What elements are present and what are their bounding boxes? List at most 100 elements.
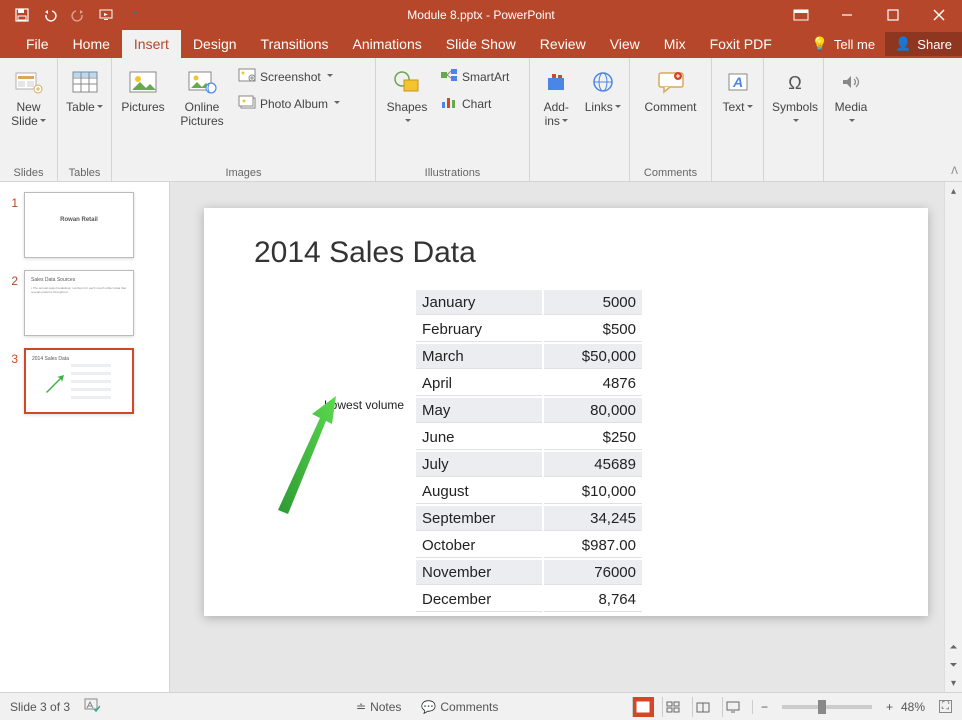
close-button[interactable]: [916, 0, 962, 30]
shapes-button[interactable]: Shapes: [382, 62, 432, 132]
spellcheck-icon[interactable]: [84, 698, 100, 715]
notes-button[interactable]: ≐Notes: [350, 698, 407, 716]
ribbon-display-options[interactable]: [778, 0, 824, 30]
photo-album-button[interactable]: Photo Album: [236, 93, 342, 114]
prev-slide-button[interactable]: ⏶: [945, 638, 962, 656]
slide-title[interactable]: 2014 Sales Data: [254, 236, 878, 270]
tab-animations[interactable]: Animations: [340, 30, 433, 58]
zoom-handle[interactable]: [818, 700, 826, 714]
thumbnail-slide-3[interactable]: 3 2014 Sales Data: [6, 348, 163, 414]
comments-button[interactable]: 💬Comments: [415, 698, 504, 716]
month-cell: December: [416, 587, 542, 612]
collapse-ribbon-button[interactable]: ᐱ: [951, 166, 958, 177]
zoom-slider[interactable]: [782, 705, 872, 709]
sales-data-table[interactable]: January5000February$500March$50,000April…: [414, 288, 644, 614]
table-row[interactable]: January5000: [416, 290, 642, 315]
value-cell: $500: [544, 317, 642, 342]
minimize-button[interactable]: [824, 0, 870, 30]
vertical-scrollbar[interactable]: ▴ ⏶⏷ ▾: [944, 182, 962, 692]
value-cell: 5000: [544, 290, 642, 315]
share-label: Share: [917, 37, 952, 52]
share-button[interactable]: 👤 Share: [885, 32, 962, 56]
thumbnail-preview: Rowan Retail: [24, 192, 134, 258]
normal-view-button[interactable]: [632, 697, 654, 717]
new-slide-button[interactable]: New Slide: [6, 62, 51, 132]
thumbnail-slide-2[interactable]: 2 Sales Data Sources• The annual sales b…: [6, 270, 163, 336]
scroll-up[interactable]: ▴: [945, 182, 962, 200]
start-from-beginning-button[interactable]: [94, 3, 118, 27]
save-button[interactable]: [10, 3, 34, 27]
zoom-in-button[interactable]: +: [886, 700, 893, 714]
next-slide-button[interactable]: ⏷: [945, 656, 962, 674]
zoom-out-button[interactable]: −: [752, 700, 768, 714]
tab-mix[interactable]: Mix: [652, 30, 698, 58]
tab-home[interactable]: Home: [61, 30, 122, 58]
maximize-button[interactable]: [870, 0, 916, 30]
table-row[interactable]: July45689: [416, 452, 642, 477]
symbols-button[interactable]: ΩSymbols: [770, 62, 820, 132]
text-button[interactable]: AText: [718, 62, 757, 118]
tab-review[interactable]: Review: [528, 30, 598, 58]
table-row[interactable]: September34,245: [416, 506, 642, 531]
group-label-symbols: [770, 177, 817, 181]
slide-thumbnail-pane[interactable]: 1 Rowan Retail 2 Sales Data Sources• The…: [0, 182, 170, 692]
fit-to-window-button[interactable]: ⛶: [939, 700, 952, 713]
smartart-button[interactable]: SmartArt: [438, 66, 511, 87]
tab-slideshow[interactable]: Slide Show: [434, 30, 528, 58]
value-cell: 34,245: [544, 506, 642, 531]
slide-counter[interactable]: Slide 3 of 3: [10, 700, 70, 714]
tab-view[interactable]: View: [598, 30, 652, 58]
thumbnail-slide-1[interactable]: 1 Rowan Retail: [6, 192, 163, 258]
month-cell: April: [416, 371, 542, 396]
shapes-icon: [391, 66, 423, 98]
chart-button[interactable]: Chart: [438, 93, 511, 114]
slide-editor[interactable]: 2014 Sales Data January5000February$500M…: [170, 182, 962, 692]
tab-foxitpdf[interactable]: Foxit PDF: [698, 30, 784, 58]
table-row[interactable]: November76000: [416, 560, 642, 585]
online-pictures-button[interactable]: Online Pictures: [174, 62, 230, 132]
table-row[interactable]: December8,764: [416, 587, 642, 612]
redo-button[interactable]: [66, 3, 90, 27]
scroll-track[interactable]: [945, 200, 962, 638]
reading-view-button[interactable]: [692, 697, 714, 717]
tell-me-label: Tell me: [834, 37, 875, 52]
pictures-button[interactable]: Pictures: [118, 62, 168, 118]
comment-button[interactable]: Comment: [636, 62, 705, 118]
month-cell: January: [416, 290, 542, 315]
statusbar: Slide 3 of 3 ≐Notes 💬Comments − + 48% ⛶: [0, 692, 962, 720]
person-icon: 👤: [895, 36, 911, 52]
zoom-level[interactable]: 48%: [901, 700, 925, 714]
value-cell: $10,000: [544, 479, 642, 504]
screenshot-button[interactable]: Screenshot: [236, 66, 342, 87]
tab-file[interactable]: File: [14, 30, 61, 58]
table-row[interactable]: May80,000: [416, 398, 642, 423]
qat-customize[interactable]: [122, 3, 146, 27]
tab-design[interactable]: Design: [181, 30, 249, 58]
table-row[interactable]: February$500: [416, 317, 642, 342]
symbol-icon: Ω: [779, 66, 811, 98]
table-row[interactable]: October$987.00: [416, 533, 642, 558]
current-slide[interactable]: 2014 Sales Data January5000February$500M…: [204, 208, 928, 616]
month-cell: March: [416, 344, 542, 369]
slideshow-view-button[interactable]: [722, 697, 744, 717]
table-button[interactable]: Table: [64, 62, 105, 118]
table-row[interactable]: April4876: [416, 371, 642, 396]
links-button[interactable]: Links: [583, 62, 624, 118]
media-button[interactable]: Media: [830, 62, 872, 132]
value-cell: 80,000: [544, 398, 642, 423]
month-cell: July: [416, 452, 542, 477]
tell-me-search[interactable]: 💡Tell me: [802, 36, 885, 52]
tab-transitions[interactable]: Transitions: [249, 30, 341, 58]
table-row[interactable]: June$250: [416, 425, 642, 450]
scroll-down[interactable]: ▾: [945, 674, 962, 692]
table-row[interactable]: August$10,000: [416, 479, 642, 504]
month-cell: August: [416, 479, 542, 504]
tab-insert[interactable]: Insert: [122, 30, 181, 58]
undo-button[interactable]: [38, 3, 62, 27]
table-row[interactable]: March$50,000: [416, 344, 642, 369]
annotation-text[interactable]: Lowest volume: [324, 398, 404, 412]
slide-sorter-button[interactable]: [662, 697, 684, 717]
group-label-text: [718, 177, 757, 181]
group-label-addins: [536, 177, 623, 181]
addins-button[interactable]: Add-ins: [536, 62, 577, 132]
